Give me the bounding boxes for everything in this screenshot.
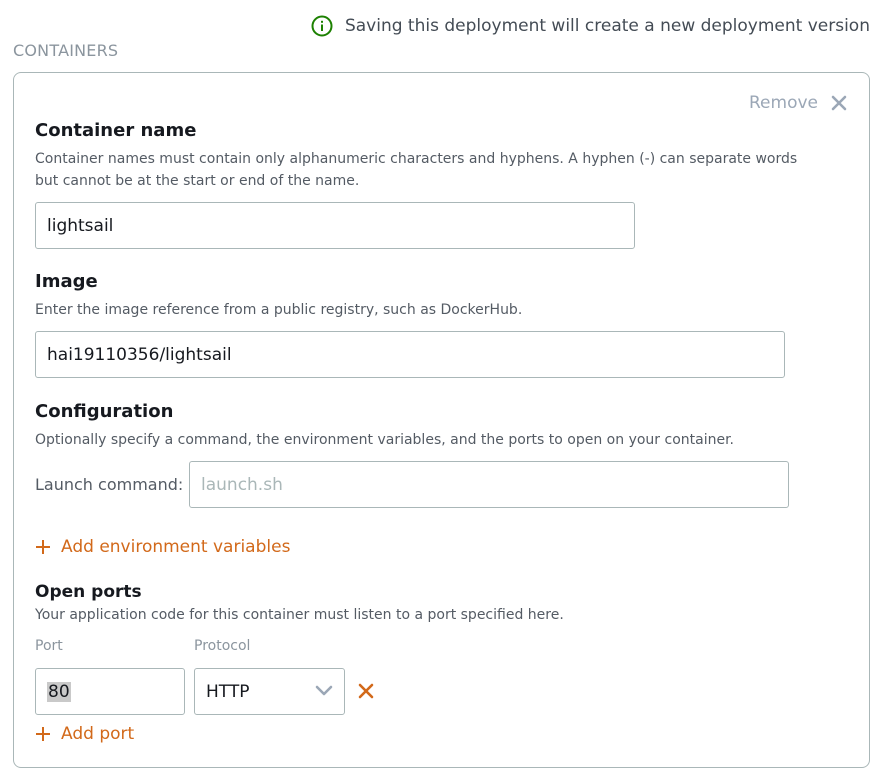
image-input[interactable]: hai19110356/lightsail: [35, 331, 785, 378]
notice-text: Saving this deployment will create a new…: [344, 16, 870, 36]
port-value: 80: [47, 681, 71, 702]
add-environment-variables-button[interactable]: Add environment variables: [35, 537, 290, 557]
configuration-heading: Configuration: [35, 401, 174, 422]
container-name-heading: Container name: [35, 120, 197, 141]
protocol-label: Protocol: [194, 638, 251, 654]
image-heading: Image: [35, 271, 98, 292]
section-title: CONTAINERS: [13, 41, 119, 60]
remove-button[interactable]: Remove: [749, 93, 847, 113]
info-circle-icon: [311, 15, 333, 37]
protocol-value: HTTP: [206, 681, 250, 702]
launch-command-label: Launch command:: [35, 475, 184, 494]
close-icon: [831, 95, 847, 111]
image-value: hai19110356/lightsail: [47, 344, 232, 365]
add-port-button[interactable]: Add port: [35, 724, 134, 744]
container-panel: Remove Container name Container names mu…: [13, 72, 870, 768]
open-ports-description: Your application code for this container…: [35, 607, 564, 623]
container-name-value: lightsail: [47, 215, 114, 236]
deployment-version-notice: Saving this deployment will create a new…: [311, 15, 870, 37]
image-description: Enter the image reference from a public …: [35, 302, 523, 318]
container-name-description-line2: but cannot be at the start or end of the…: [35, 173, 360, 189]
protocol-select[interactable]: HTTP: [194, 668, 345, 715]
container-name-input[interactable]: lightsail: [35, 202, 635, 249]
launch-command-input[interactable]: launch.sh: [189, 461, 789, 508]
remove-port-button[interactable]: [357, 682, 375, 704]
plus-icon: [35, 726, 51, 742]
plus-icon: [35, 539, 51, 555]
remove-label: Remove: [749, 93, 818, 113]
add-environment-variables-label: Add environment variables: [61, 537, 291, 557]
configuration-description: Optionally specify a command, the enviro…: [35, 432, 735, 448]
container-name-description-line1: Container names must contain only alphan…: [35, 151, 798, 167]
chevron-down-icon: [315, 682, 333, 702]
close-icon: [357, 683, 375, 704]
open-ports-heading: Open ports: [35, 582, 142, 602]
port-label: Port: [35, 638, 63, 654]
launch-command-placeholder: launch.sh: [201, 474, 283, 495]
port-input[interactable]: 80: [35, 668, 185, 715]
add-port-label: Add port: [61, 724, 135, 744]
